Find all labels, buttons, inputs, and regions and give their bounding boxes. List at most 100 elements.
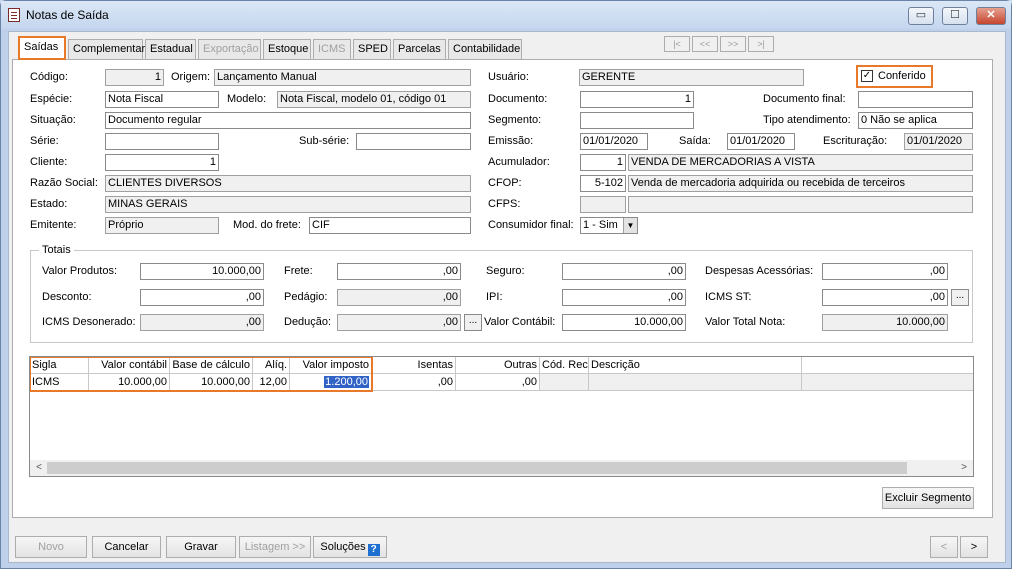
documento-final-field[interactable] (858, 91, 973, 108)
valor-contabil-label: Valor Contábil: (484, 316, 556, 328)
escrituracao-field[interactable]: 01/01/2020 (904, 133, 973, 150)
tab-estadual[interactable]: Estadual (145, 39, 196, 59)
serie-field[interactable] (105, 133, 219, 150)
grid-header-cod-rec[interactable]: Cód. Rec. (540, 357, 591, 374)
next-record-button[interactable]: >> (720, 36, 746, 52)
mod-frete-label: Mod. do frete: (233, 219, 301, 231)
excluir-segmento-button[interactable]: Excluir Segmento (882, 487, 974, 509)
grid-cell-descricao[interactable] (589, 374, 802, 391)
grid-cell-isentas[interactable]: ,00 (372, 374, 456, 391)
valor-imposto-selected-text: 1.200,00 (324, 376, 369, 388)
scroll-thumb[interactable] (47, 462, 907, 474)
tab-sped[interactable]: SPED (353, 39, 391, 59)
minimize-button[interactable]: ▭ (908, 7, 934, 25)
especie-label: Espécie: (30, 93, 73, 105)
chevron-down-icon[interactable]: ▼ (623, 218, 637, 233)
tipo-atendimento-label: Tipo atendimento: (763, 114, 851, 126)
usuario-field[interactable]: GERENTE (579, 69, 804, 86)
icms-st-lookup-button[interactable]: ... (951, 289, 969, 306)
scroll-left-icon[interactable]: < (32, 461, 46, 475)
tab-icms[interactable]: ICMS (313, 39, 351, 59)
maximize-button[interactable]: ☐ (942, 7, 968, 25)
seguro-field[interactable]: ,00 (562, 263, 686, 280)
emitente-label: Emitente: (30, 219, 77, 231)
cancelar-button[interactable]: Cancelar (92, 536, 161, 558)
cfps-field[interactable] (580, 196, 626, 213)
tab-saidas[interactable]: Saídas (18, 36, 66, 60)
last-record-button[interactable]: >| (748, 36, 774, 52)
grid-header-base-calculo[interactable]: Base de cálculo (170, 357, 253, 374)
horizontal-scrollbar[interactable]: < > (30, 460, 973, 476)
pedagio-field[interactable]: ,00 (337, 289, 461, 306)
modelo-field[interactable]: Nota Fiscal, modelo 01, código 01 (277, 91, 471, 108)
title-bar[interactable]: Notas de Saída ▭ ☐ ✕ (1, 1, 1011, 29)
listagem-button[interactable]: Listagem >> (239, 536, 311, 558)
gravar-button[interactable]: Gravar (166, 536, 236, 558)
documento-field[interactable]: 1 (580, 91, 694, 108)
valor-contabil-field[interactable]: 10.000,00 (562, 314, 686, 331)
grid-header-descricao[interactable]: Descrição (589, 357, 802, 374)
grid-cell-base-calculo[interactable]: 10.000,00 (170, 374, 253, 391)
frete-field[interactable]: ,00 (337, 263, 461, 280)
grid-cell-cod-rec[interactable] (540, 374, 589, 391)
grid-cell-valor-contabil[interactable]: 10.000,00 (89, 374, 170, 391)
valor-total-nota-field[interactable]: 10.000,00 (822, 314, 948, 331)
tab-estoque[interactable]: Estoque (263, 39, 311, 59)
despesas-field[interactable]: ,00 (822, 263, 948, 280)
prev-record-button[interactable]: << (692, 36, 718, 52)
acumulador-field[interactable]: 1 (580, 154, 626, 171)
first-record-button[interactable]: |< (664, 36, 690, 52)
valor-produtos-field[interactable]: 10.000,00 (140, 263, 264, 280)
cliente-field[interactable]: 1 (105, 154, 219, 171)
mod-frete-field[interactable]: CIF (309, 217, 471, 234)
solucoes-button[interactable]: Soluções? (313, 536, 387, 558)
saida-field[interactable]: 01/01/2020 (727, 133, 795, 150)
desconto-field[interactable]: ,00 (140, 289, 264, 306)
cfps-desc (628, 196, 973, 213)
grid-cell-sigla[interactable]: ICMS (30, 374, 89, 391)
deducao-label: Dedução: (284, 316, 332, 328)
conferido-label: Conferido (878, 70, 926, 82)
grid-header-isentas[interactable]: Isentas (372, 357, 456, 374)
segmento-field[interactable] (580, 112, 694, 129)
ipi-field[interactable]: ,00 (562, 289, 686, 306)
tab-exportacao[interactable]: Exportação (198, 39, 261, 59)
grid-header-aliq[interactable]: Alíq. (253, 357, 290, 374)
scroll-right-icon[interactable]: > (957, 461, 971, 475)
emissao-field[interactable]: 01/01/2020 (580, 133, 648, 150)
situacao-field[interactable]: Documento regular (105, 112, 471, 129)
close-button[interactable]: ✕ (976, 7, 1006, 25)
tipo-atendimento-field[interactable]: 0 Não se aplica (858, 112, 973, 129)
icms-st-field[interactable]: ,00 (822, 289, 948, 306)
valor-produtos-label: Valor Produtos: (42, 265, 118, 277)
especie-field[interactable]: Nota Fiscal (105, 91, 219, 108)
novo-button[interactable]: Novo (15, 536, 87, 558)
deducao-field[interactable]: ,00 (337, 314, 461, 331)
codigo-field[interactable]: 1 (105, 69, 164, 86)
cfop-field[interactable]: 5-102 (580, 175, 626, 192)
grid-header-sigla[interactable]: Sigla (30, 357, 89, 374)
grid-cell-valor-imposto[interactable]: 1.200,00 (290, 374, 372, 391)
impostos-grid[interactable]: Sigla Valor contábil Base de cálculo Alí… (29, 356, 974, 477)
segmento-label: Segmento: (488, 114, 542, 126)
subserie-field[interactable] (356, 133, 471, 150)
estado-field[interactable]: MINAS GERAIS (105, 196, 471, 213)
next-button[interactable]: > (960, 536, 988, 558)
previous-button[interactable]: < (930, 536, 958, 558)
grid-header-valor-imposto[interactable]: Valor imposto (290, 357, 372, 374)
grid-cell-aliq[interactable]: 12,00 (253, 374, 290, 391)
origem-field[interactable]: Lançamento Manual (214, 69, 471, 86)
cliente-label: Cliente: (30, 156, 68, 168)
conferido-checkbox[interactable]: ✓ Conferido (856, 65, 933, 88)
tab-parcelas[interactable]: Parcelas (393, 39, 446, 59)
grid-header-outras[interactable]: Outras (456, 357, 540, 374)
razao-social-field[interactable]: CLIENTES DIVERSOS (105, 175, 471, 192)
deducao-lookup-button[interactable]: ... (464, 314, 482, 331)
grid-cell-outras[interactable]: ,00 (456, 374, 540, 391)
icms-st-label: ICMS ST: (705, 291, 752, 303)
grid-header-valor-contabil[interactable]: Valor contábil (89, 357, 170, 374)
tab-contabilidade[interactable]: Contabilidade (448, 39, 522, 59)
emitente-field[interactable]: Próprio (105, 217, 219, 234)
icms-desonerado-field[interactable]: ,00 (140, 314, 264, 331)
tab-complementar[interactable]: Complementar (68, 39, 145, 59)
